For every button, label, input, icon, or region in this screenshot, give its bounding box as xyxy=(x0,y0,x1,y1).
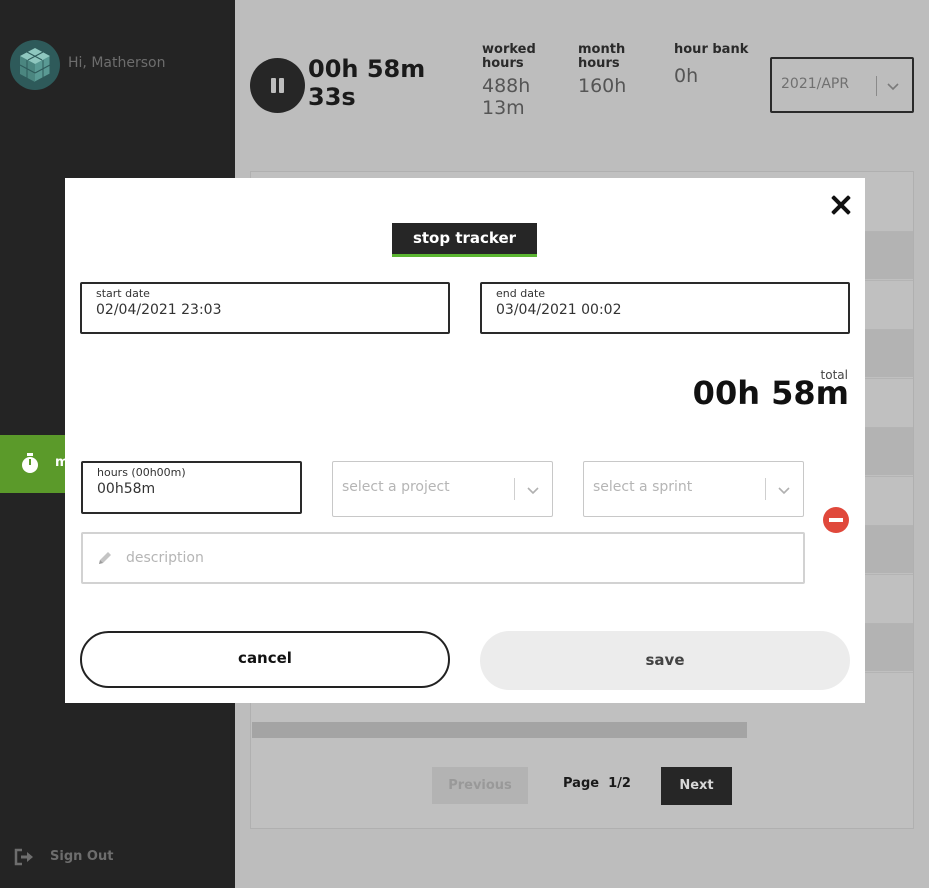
pencil-icon xyxy=(96,549,114,571)
stat-hour-bank: hour bank 0h xyxy=(674,42,754,88)
hours-label: hours (00h00m) xyxy=(97,466,186,479)
select-divider xyxy=(514,478,515,500)
end-date-value: 03/04/2021 00:02 xyxy=(496,302,622,318)
sprint-select-placeholder: select a sprint xyxy=(593,479,693,495)
stat-label: worked hours xyxy=(482,42,536,71)
project-select[interactable]: select a project xyxy=(332,461,553,517)
end-date-label: end date xyxy=(496,287,546,300)
stat-month-hours: month hours 160h xyxy=(578,42,648,98)
stat-value: 488h 13m xyxy=(482,75,531,119)
description-field[interactable]: description xyxy=(81,532,805,584)
page-indicator: Page 1/2 xyxy=(563,776,631,791)
chevron-down-icon xyxy=(526,480,540,499)
cancel-button[interactable]: cancel xyxy=(80,631,450,688)
horizontal-scrollbar[interactable] xyxy=(252,722,747,738)
pause-button[interactable] xyxy=(250,58,305,113)
previous-button[interactable]: Previous xyxy=(432,767,528,804)
description-placeholder: description xyxy=(126,550,204,566)
timer-display: 00h 58m 33s xyxy=(308,55,426,111)
chevron-down-icon xyxy=(777,480,791,499)
stat-worked-hours: worked hours 488h 13m xyxy=(482,42,562,120)
project-select-placeholder: select a project xyxy=(342,479,450,495)
stat-label: month hours xyxy=(578,42,626,71)
sign-out-label: Sign Out xyxy=(50,849,114,864)
save-button[interactable]: save xyxy=(480,631,850,690)
month-select-value: 2021/APR xyxy=(781,76,850,92)
modal-title: stop tracker xyxy=(392,223,537,257)
stat-value: 0h xyxy=(674,65,699,87)
stat-label: hour bank xyxy=(674,42,749,57)
page-label: Page xyxy=(563,776,600,791)
end-date-field[interactable]: end date 03/04/2021 00:02 xyxy=(480,282,850,334)
greeting: Hi, Matherson xyxy=(68,55,166,71)
page-value: 1/2 xyxy=(608,776,631,791)
start-date-value: 02/04/2021 23:03 xyxy=(96,302,222,318)
close-icon[interactable] xyxy=(830,194,852,216)
stop-tracker-modal: stop tracker start date 02/04/2021 23:03… xyxy=(65,178,865,703)
start-date-label: start date xyxy=(96,287,150,300)
sprint-select[interactable]: select a sprint xyxy=(583,461,804,517)
start-date-field[interactable]: start date 02/04/2021 23:03 xyxy=(80,282,450,334)
next-button[interactable]: Next xyxy=(661,767,732,805)
stat-value: 160h xyxy=(578,75,627,97)
remove-entry-icon[interactable] xyxy=(823,507,849,533)
hours-value: 00h58m xyxy=(97,481,156,497)
avatar[interactable] xyxy=(10,40,60,90)
select-divider xyxy=(876,76,877,96)
sign-out-icon xyxy=(14,848,36,870)
month-select[interactable]: 2021/APR xyxy=(770,57,914,113)
select-divider xyxy=(765,478,766,500)
hours-field[interactable]: hours (00h00m) 00h58m xyxy=(81,461,302,514)
stopwatch-icon xyxy=(20,453,40,479)
chevron-down-icon xyxy=(886,76,900,95)
total-value: 00h 58m xyxy=(692,374,849,412)
